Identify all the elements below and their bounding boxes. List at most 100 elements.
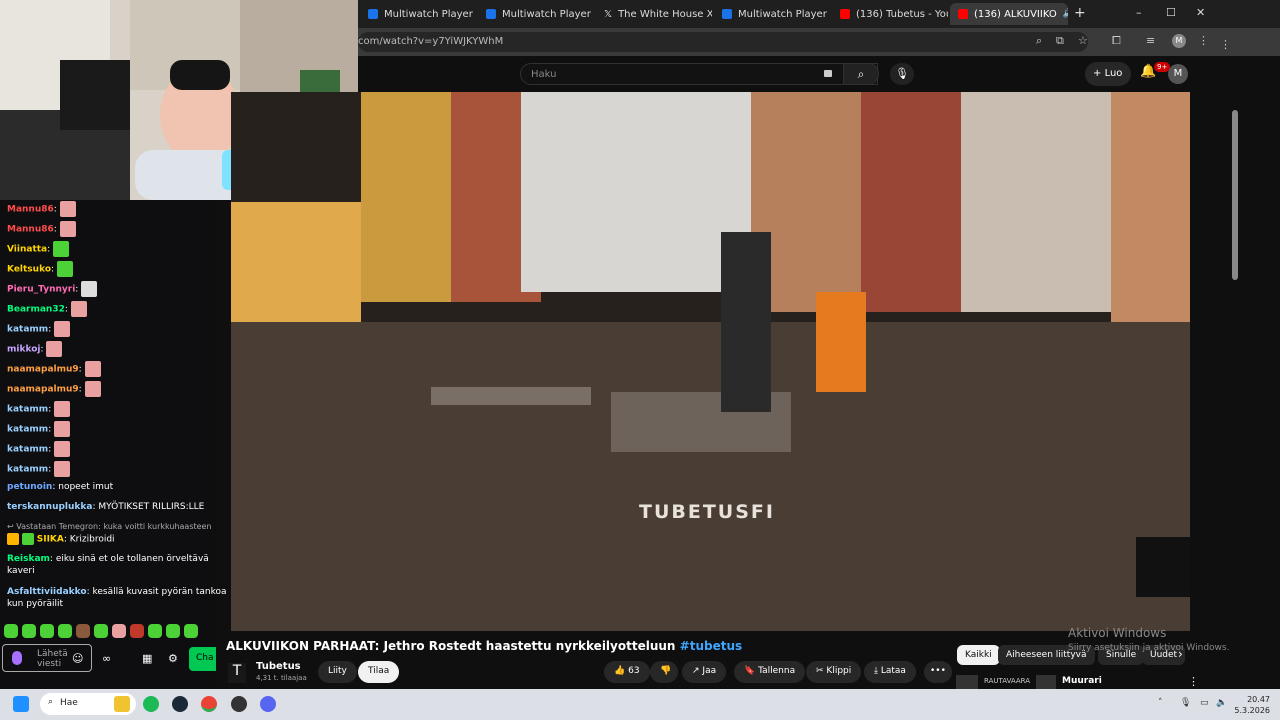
media-icon[interactable]: ≡ — [1146, 34, 1155, 47]
emote-icon[interactable] — [148, 624, 162, 638]
channel-points-icon[interactable]: ∞ — [102, 652, 111, 665]
store-icon[interactable]: ▦ — [142, 652, 152, 665]
chat-username[interactable]: Reiskam — [7, 554, 50, 564]
close-window-button[interactable]: ✕ — [1196, 6, 1205, 19]
chat-message: petunoin: nopeet imut — [7, 482, 114, 492]
join-button[interactable]: Liity — [318, 661, 357, 683]
chat-username[interactable]: Mannu86 — [7, 225, 54, 235]
dislike-button[interactable]: 👎 — [650, 661, 678, 683]
address-bar[interactable]: com/watch?v=y7YiWJKYWhM — [358, 32, 1088, 52]
channel-avatar[interactable]: T — [228, 663, 246, 683]
chat-username[interactable]: Bearman32 — [7, 305, 65, 315]
discord-icon[interactable] — [260, 696, 276, 712]
share-button[interactable]: ↗ Jaa — [682, 661, 727, 683]
scissors-icon: ✂ — [816, 666, 824, 676]
kebab-icon[interactable]: ⋮ — [1188, 675, 1199, 688]
taskbar-clock[interactable]: 20.47 5.3.2026 — [1234, 694, 1270, 716]
chat-username[interactable]: katamm — [7, 445, 48, 455]
menu-kebab-icon-2[interactable]: ⋮ — [1220, 38, 1231, 51]
chat-username[interactable]: Mannu86 — [7, 205, 54, 215]
minimize-button[interactable]: – — [1136, 6, 1142, 19]
emote-icon[interactable] — [94, 624, 108, 638]
voice-search-button[interactable]: 🎙 — [890, 63, 914, 85]
emoji-icon[interactable]: ☺ — [72, 652, 83, 665]
download-button[interactable]: ⤓ Lataa — [864, 661, 916, 683]
tab-multiwatch-3[interactable]: Multiwatch Player w ✕ — [714, 3, 830, 25]
emote-icon — [84, 381, 101, 397]
extensions-icon[interactable]: ⧠ — [1112, 34, 1121, 48]
more-actions-button[interactable]: ••• — [924, 661, 952, 683]
chat-username[interactable]: naamapalmu9 — [7, 385, 79, 395]
chat-username[interactable]: katamm — [7, 425, 48, 435]
tab-alkuviikon[interactable]: (136) ALKUVIIKO 🔊 ✕ — [950, 3, 1068, 25]
like-button[interactable]: 👍 63 — [604, 661, 650, 683]
create-button[interactable]: + Luo — [1085, 62, 1131, 86]
chat-username[interactable]: mikkoj — [7, 345, 40, 355]
chat-username[interactable]: SIIKA — [37, 535, 64, 545]
clock-time: 20.47 — [1247, 695, 1270, 704]
zoom-icon[interactable]: ⌕ — [1036, 34, 1042, 48]
taskbar-search-label: Hae — [60, 698, 78, 708]
chat-username[interactable]: Pieru_Tynnyri — [7, 285, 75, 295]
spotify-icon[interactable] — [143, 696, 159, 712]
chat-username[interactable]: katamm — [7, 325, 48, 335]
subscribe-button[interactable]: Tilaa — [358, 661, 400, 683]
channel-name[interactable]: Tubetus — [256, 661, 301, 672]
keyboard-icon[interactable] — [824, 70, 832, 77]
chat-username[interactable]: Viinatta — [7, 245, 47, 255]
steam-icon[interactable] — [172, 696, 188, 712]
related-title-1[interactable]: RAUTAVAARA — [984, 677, 1030, 685]
video-player[interactable]: TUBETUSFI — [231, 92, 1190, 631]
chrome-icon[interactable] — [201, 696, 217, 712]
file-explorer-icon[interactable] — [114, 696, 130, 712]
avatar[interactable]: M — [1168, 64, 1188, 84]
related-title-2[interactable]: Muurari — [1062, 676, 1102, 686]
chip-kaikki[interactable]: Kaikki — [957, 645, 1000, 665]
emote-icon[interactable] — [40, 624, 54, 638]
emote-icon[interactable] — [4, 624, 18, 638]
profile-avatar[interactable]: M — [1172, 34, 1186, 48]
tray-chevron-icon[interactable]: ˄ — [1158, 698, 1163, 708]
emote-icon[interactable] — [112, 624, 126, 638]
chat-username[interactable]: Asfalttiviidakko — [7, 587, 87, 597]
chat-message: naamapalmu9: — [7, 381, 101, 397]
chat-username[interactable]: Keltsuko — [7, 265, 51, 275]
tray-network-icon[interactable]: ▭ — [1200, 698, 1209, 708]
emote-icon[interactable] — [22, 624, 36, 638]
save-button[interactable]: 🔖 Tallenna — [734, 661, 806, 683]
emote-icon[interactable] — [184, 624, 198, 638]
chat-send-button[interactable]: Cha — [189, 647, 219, 671]
chat-username[interactable]: katamm — [7, 465, 48, 475]
tab-white-house[interactable]: 𝕏 The White House X ✕ — [596, 3, 712, 25]
settings-icon[interactable]: ⚙ — [168, 652, 178, 665]
windows-start-icon[interactable] — [13, 696, 29, 712]
related-thumbnail[interactable] — [956, 675, 978, 689]
new-tab-button[interactable]: + — [1074, 5, 1086, 21]
emote-icon[interactable] — [166, 624, 180, 638]
chat-username[interactable]: terskannuplukka — [7, 502, 92, 512]
clip-button[interactable]: ✂ Klippi — [806, 661, 862, 683]
tab-multiwatch-2[interactable]: Multiwatch Player w ✕ — [478, 3, 594, 25]
tray-volume-icon[interactable]: 🔈 — [1216, 698, 1227, 708]
related-thumbnail-2[interactable] — [1036, 675, 1056, 689]
obs-icon[interactable] — [231, 696, 247, 712]
install-icon[interactable]: ⧉ — [1056, 34, 1064, 48]
scrollbar[interactable] — [1232, 110, 1238, 280]
emote-icon[interactable] — [130, 624, 144, 638]
bookmark-star-icon[interactable]: ☆ — [1078, 34, 1088, 47]
tab-multiwatch-1[interactable]: Multiwatch Player w ✕ — [360, 3, 476, 25]
share-label: Jaa — [702, 666, 717, 676]
maximize-button[interactable]: ☐ — [1166, 6, 1176, 19]
chat-username[interactable]: katamm — [7, 405, 48, 415]
tab-tubetus[interactable]: (136) Tubetus - You ✕ — [832, 3, 948, 25]
search-placeholder: Haku — [531, 69, 557, 80]
chat-username[interactable]: naamapalmu9 — [7, 365, 79, 375]
emote-icon[interactable] — [58, 624, 72, 638]
chat-username[interactable]: petunoin — [7, 482, 52, 492]
menu-kebab-icon[interactable]: ⋮ — [1198, 34, 1209, 47]
reply-note-text: Vastataan Temegron: kuka voitti kurkkuha… — [16, 522, 212, 531]
emote-icon[interactable] — [76, 624, 90, 638]
search-button[interactable]: ⌕ — [843, 63, 879, 85]
tray-mic-icon[interactable]: 🎙 — [1180, 698, 1191, 708]
hashtag-link[interactable]: #tubetus — [680, 639, 742, 653]
